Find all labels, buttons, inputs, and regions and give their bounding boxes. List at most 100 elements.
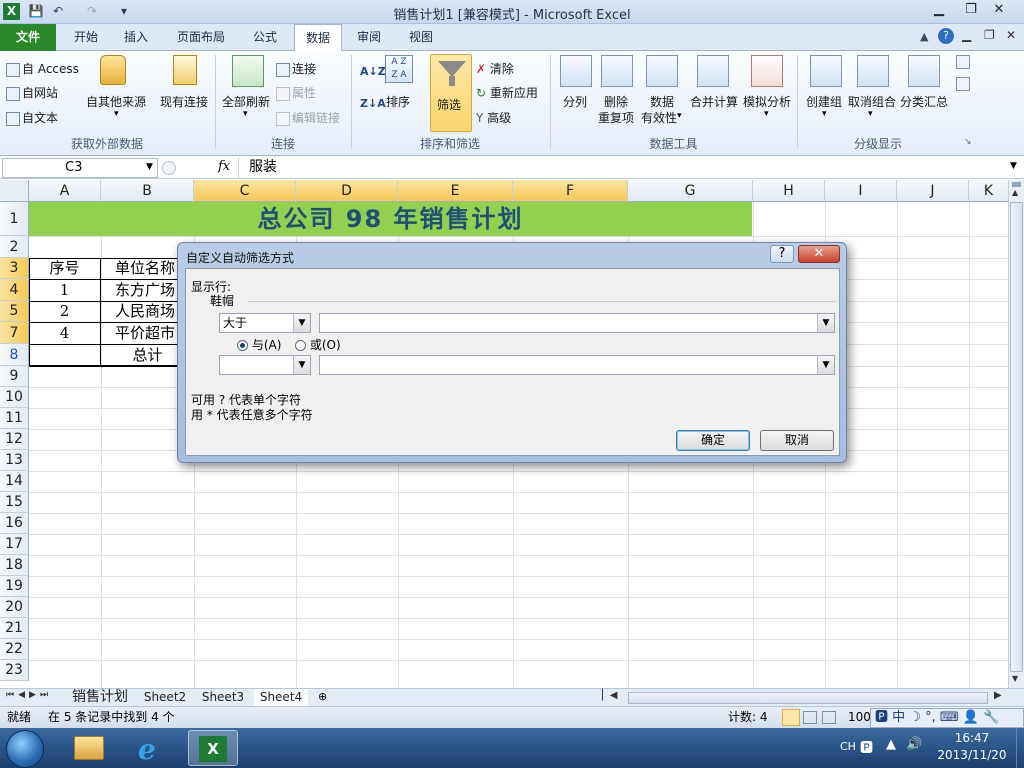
- help-icon[interactable]: ?: [938, 28, 954, 44]
- sort-az-button[interactable]: A↓Z: [360, 65, 386, 78]
- ime-settings-icon[interactable]: 🔧: [983, 710, 999, 725]
- zoom-level[interactable]: 100: [848, 707, 871, 728]
- column-header-H[interactable]: H: [753, 180, 825, 202]
- column-header-G[interactable]: G: [628, 180, 753, 202]
- column-header-I[interactable]: I: [825, 180, 897, 202]
- sheet-nav-icons[interactable]: ⏮◀▶⏭: [6, 690, 52, 700]
- taskbar-ie[interactable]: e: [126, 730, 176, 766]
- row-header-4[interactable]: 4: [0, 279, 29, 301]
- vertical-scrollbar[interactable]: ▲ ▼: [1008, 180, 1024, 688]
- start-button[interactable]: [6, 730, 44, 768]
- ime-toolbar[interactable]: 🅿 中 ☽ °, ⌨ 👤 🔧: [870, 708, 1024, 728]
- restore-button[interactable]: ❐: [956, 0, 986, 20]
- row-header-17[interactable]: 17: [0, 534, 29, 555]
- split-box[interactable]: [1012, 182, 1021, 187]
- name-box-dropdown-icon[interactable]: ▼: [146, 162, 153, 172]
- tab-insert[interactable]: 插入: [114, 24, 158, 51]
- insert-function-icon[interactable]: fx: [218, 159, 230, 174]
- column-header-F[interactable]: F: [513, 180, 628, 202]
- consolidate-button[interactable]: 合并计算: [690, 93, 738, 110]
- ime-logo-icon[interactable]: 🅿: [875, 710, 888, 725]
- ime-keyboard-icon[interactable]: ⌨: [940, 710, 959, 725]
- row-header-8[interactable]: 8: [0, 344, 29, 366]
- row-header-20[interactable]: 20: [0, 597, 29, 618]
- column-header-K[interactable]: K: [969, 180, 1008, 202]
- row-header-19[interactable]: 19: [0, 576, 29, 597]
- value1-dropdown-icon[interactable]: ▼: [817, 314, 834, 332]
- refresh-all-button[interactable]: 全部刷新: [222, 93, 270, 110]
- select-all-corner[interactable]: [0, 180, 29, 202]
- and-radio[interactable]: 与(A): [237, 336, 281, 353]
- row-header-2[interactable]: 2: [0, 236, 29, 258]
- row-header-5[interactable]: 5: [0, 301, 29, 322]
- or-radio[interactable]: 或(O): [295, 336, 341, 353]
- formula-divider-handle[interactable]: [162, 161, 176, 175]
- scroll-up-icon[interactable]: ▲: [1012, 188, 1018, 197]
- tab-view[interactable]: 视图: [400, 24, 442, 51]
- show-desktop-button[interactable]: [1016, 728, 1024, 768]
- sheet-tab-sales[interactable]: 销售计划: [66, 689, 134, 706]
- row-header-9[interactable]: 9: [0, 366, 29, 387]
- column-header-E[interactable]: E: [398, 180, 513, 202]
- cancel-button[interactable]: 取消: [760, 430, 834, 451]
- column-header-B[interactable]: B: [101, 180, 194, 202]
- tab-file[interactable]: 文件: [0, 24, 56, 51]
- outline-launcher-icon[interactable]: ↘: [964, 137, 972, 147]
- value2-dropdown-icon[interactable]: ▼: [817, 356, 834, 374]
- minimize-ribbon-icon[interactable]: ▲: [920, 30, 928, 43]
- ime-tray-icon[interactable]: 🅿: [860, 737, 873, 756]
- data-validation-button-line2[interactable]: 有效性: [641, 109, 677, 126]
- tab-home[interactable]: 开始: [64, 24, 108, 51]
- workbook-minimize-icon[interactable]: ▁: [962, 28, 971, 42]
- row-seq-cell[interactable]: 1: [29, 280, 100, 301]
- subtotal-button[interactable]: 分类汇总: [900, 93, 948, 110]
- tab-split-handle[interactable]: ▏◀: [602, 690, 617, 701]
- insert-sheet-icon[interactable]: ⊕: [318, 690, 327, 703]
- ime-lang[interactable]: 中: [892, 710, 905, 725]
- hide-detail-icon[interactable]: [956, 77, 970, 91]
- ime-moon-icon[interactable]: ☽: [909, 710, 921, 725]
- formula-input[interactable]: 服装: [238, 158, 1008, 178]
- what-if-button[interactable]: 模拟分析: [743, 93, 791, 110]
- column-header-C[interactable]: C: [194, 180, 296, 202]
- ok-button[interactable]: 确定: [676, 430, 750, 451]
- row-header-10[interactable]: 10: [0, 387, 29, 408]
- scroll-down-icon[interactable]: ▼: [1012, 674, 1018, 683]
- row-header-12[interactable]: 12: [0, 429, 29, 450]
- scroll-right-icon[interactable]: ▶: [994, 690, 1002, 701]
- header-seq-cell[interactable]: 序号: [29, 258, 100, 279]
- row-header-22[interactable]: 22: [0, 639, 29, 660]
- from-web-button[interactable]: 自网站: [6, 84, 58, 101]
- page-layout-view-icon[interactable]: [803, 711, 817, 724]
- from-text-button[interactable]: 自文本: [6, 109, 58, 126]
- group-button[interactable]: 创建组: [806, 93, 842, 110]
- sheet-tab-sheet4[interactable]: Sheet4: [254, 689, 308, 706]
- or-radio-icon[interactable]: [295, 340, 306, 351]
- tab-formulas[interactable]: 公式: [244, 24, 286, 51]
- dialog-close-button[interactable]: ✕: [798, 245, 840, 263]
- column-header-D[interactable]: D: [296, 180, 398, 202]
- from-access-button[interactable]: 自 Access: [6, 60, 79, 77]
- remove-duplicates-button[interactable]: 删除: [604, 93, 628, 110]
- row-seq-cell[interactable]: 4: [29, 323, 100, 344]
- row-header-15[interactable]: 15: [0, 492, 29, 513]
- row-header-3[interactable]: 3: [0, 258, 29, 279]
- tab-data[interactable]: 数据: [294, 24, 342, 52]
- ime-punct-icon[interactable]: °,: [925, 710, 936, 725]
- data-validation-button[interactable]: 数据: [650, 93, 674, 110]
- row-header-11[interactable]: 11: [0, 408, 29, 429]
- horizontal-scrollbar[interactable]: [628, 692, 988, 704]
- remove-duplicates-button-line2[interactable]: 重复项: [598, 109, 634, 126]
- clock[interactable]: 16:47 2013/11/20: [930, 730, 1014, 764]
- row-header-7[interactable]: 7: [0, 322, 29, 344]
- filter-button[interactable]: 筛选: [430, 54, 472, 132]
- row-header-18[interactable]: 18: [0, 555, 29, 576]
- sheet-title-cell[interactable]: 总公司 98 年销售计划: [29, 202, 752, 236]
- tab-page-layout[interactable]: 页面布局: [170, 24, 232, 51]
- sort-button[interactable]: 排序: [386, 93, 410, 110]
- operator1-dropdown-icon[interactable]: ▼: [293, 314, 310, 332]
- tab-review[interactable]: 审阅: [348, 24, 390, 51]
- operator2-select[interactable]: ▼: [219, 355, 311, 375]
- sheet-tab-sheet3[interactable]: Sheet3: [196, 689, 250, 706]
- volume-icon[interactable]: 🔊: [906, 737, 922, 752]
